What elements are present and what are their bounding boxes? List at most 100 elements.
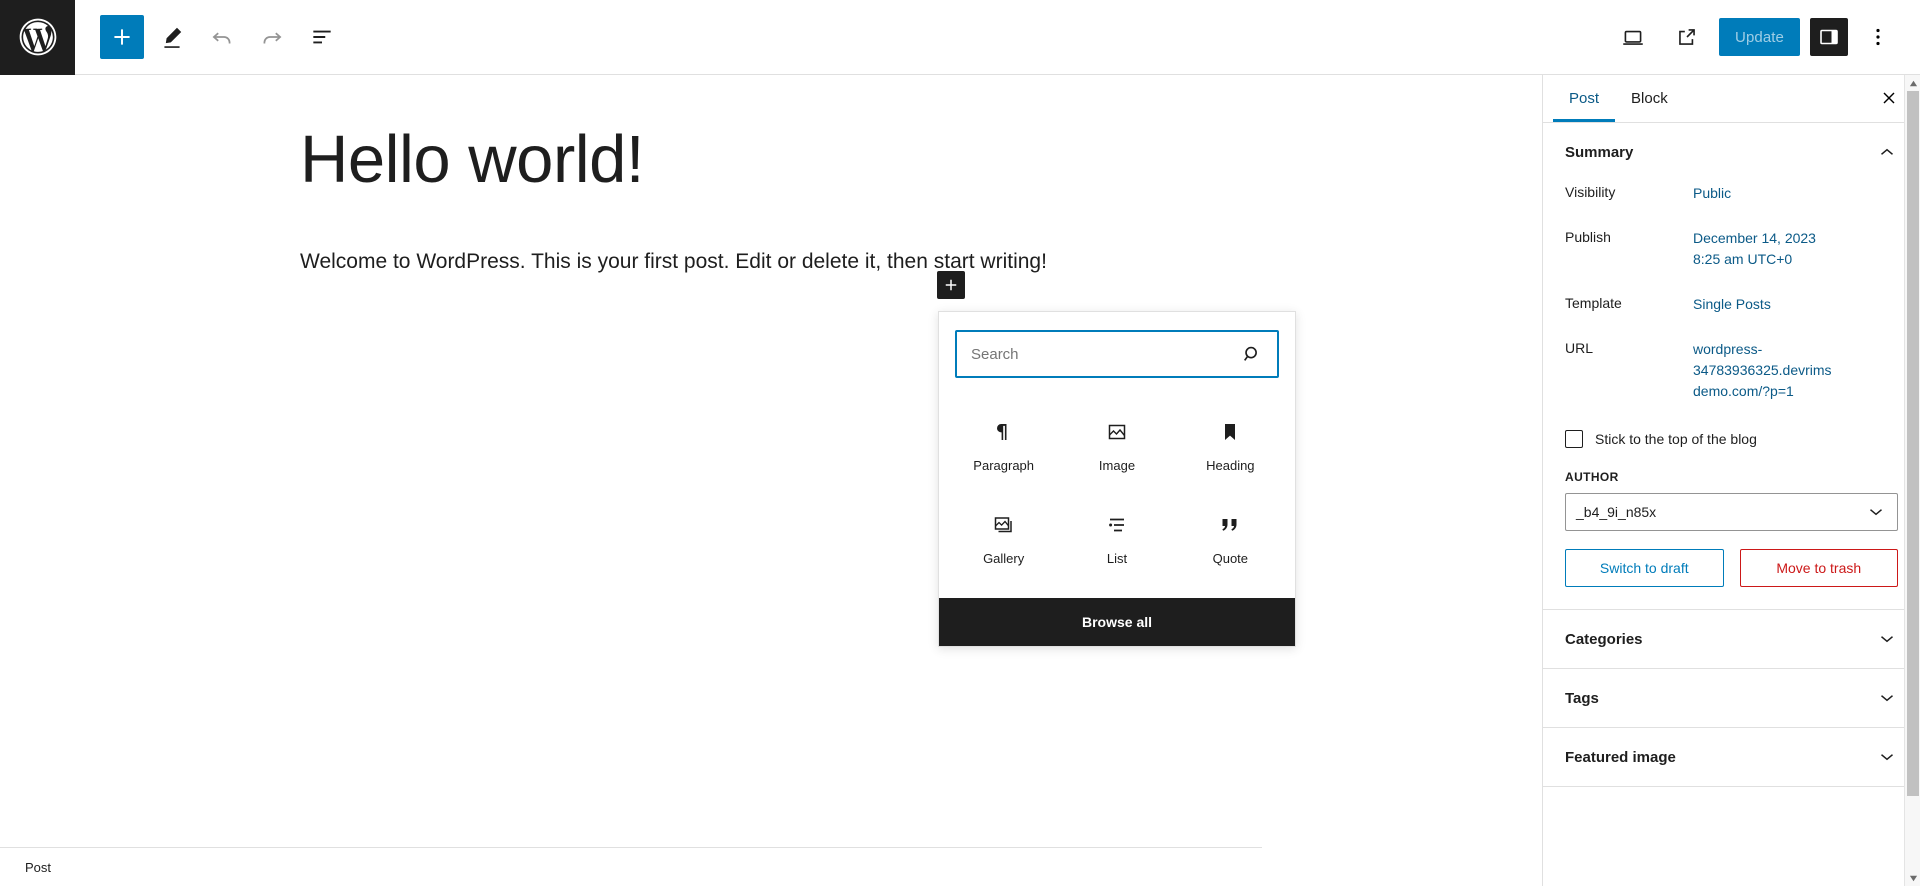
sidebar-panel-icon — [1820, 29, 1838, 45]
panel-categories[interactable]: Categories — [1543, 610, 1920, 669]
author-selected-value: _b4_9i_n85x — [1576, 504, 1657, 520]
triangle-down-icon — [1909, 875, 1917, 881]
sticky-post-row: Stick to the top of the blog — [1543, 426, 1920, 448]
pencil-icon — [164, 27, 182, 48]
redo-icon — [263, 32, 282, 44]
summary-row-template: Template Single Posts — [1565, 294, 1898, 315]
heading-icon — [1225, 424, 1236, 440]
chevron-down-icon — [1881, 636, 1893, 643]
options-menu-button[interactable] — [1858, 15, 1898, 59]
search-icon — [1243, 346, 1257, 361]
settings-sidebar-toggle[interactable] — [1810, 18, 1848, 56]
update-button[interactable]: Update — [1719, 18, 1800, 56]
block-label: Heading — [1206, 458, 1255, 473]
categories-panel-title: Categories — [1565, 630, 1643, 648]
wordpress-logo-icon[interactable] — [0, 0, 75, 75]
scroll-up-arrow[interactable] — [1905, 75, 1920, 91]
document-overview-button[interactable] — [300, 15, 344, 59]
block-label: Gallery — [983, 551, 1025, 566]
summary-panel-body: Visibility Public Publish December 14, 2… — [1543, 179, 1920, 402]
triangle-up-icon — [1909, 80, 1917, 86]
template-value[interactable]: Single Posts — [1693, 294, 1771, 315]
url-value[interactable]: wordpress-34783936325.devrimsdemo.com/?p… — [1693, 339, 1833, 402]
block-label: Quote — [1212, 551, 1249, 566]
inserter-block-grid: Paragraph Image Heading Gallery List Quo… — [939, 392, 1295, 598]
sidebar-tabs: Post Block — [1543, 75, 1920, 123]
post-action-buttons: Switch to draft Move to trash — [1543, 531, 1920, 587]
block-list[interactable]: List — [1060, 493, 1173, 584]
visibility-value[interactable]: Public — [1693, 183, 1731, 204]
editor-header: Update — [0, 0, 1920, 75]
plus-icon — [945, 279, 957, 291]
move-to-trash-button[interactable]: Move to trash — [1739, 549, 1898, 587]
block-label: Paragraph — [973, 458, 1035, 473]
inline-block-inserter-button[interactable] — [937, 271, 965, 299]
desktop-preview-icon — [1623, 30, 1643, 45]
chevron-down-icon — [1881, 754, 1893, 761]
undo-icon — [212, 32, 231, 44]
scrollbar-thumb[interactable] — [1907, 91, 1919, 796]
author-select[interactable]: _b4_9i_n85x — [1565, 493, 1898, 531]
browse-all-button[interactable]: Browse all — [939, 598, 1295, 646]
quote-icon — [1222, 519, 1237, 531]
panel-tags[interactable]: Tags — [1543, 669, 1920, 728]
publish-value[interactable]: December 14, 2023 8:25 am UTC+0 — [1693, 228, 1833, 270]
close-sidebar-button[interactable] — [1872, 81, 1906, 115]
switch-to-draft-button[interactable]: Switch to draft — [1565, 549, 1724, 587]
gallery-icon — [994, 517, 1012, 533]
post-paragraph-block[interactable]: Welcome to WordPress. This is your first… — [300, 246, 1262, 278]
summary-row-url: URL wordpress-34783936325.devrimsdemo.co… — [1565, 339, 1898, 402]
publish-label: Publish — [1565, 229, 1611, 245]
view-post-button[interactable] — [1665, 15, 1709, 59]
tools-edit-button[interactable] — [150, 15, 194, 59]
summary-row-visibility: Visibility Public — [1565, 183, 1898, 204]
block-paragraph[interactable]: Paragraph — [947, 400, 1060, 491]
header-tools — [75, 15, 344, 59]
url-label: URL — [1565, 340, 1594, 356]
sidebar-scrollbar[interactable] — [1904, 75, 1920, 886]
post-title[interactable]: Hello world! — [300, 121, 1262, 198]
summary-panel-title: Summary — [1565, 143, 1634, 161]
template-label: Template — [1565, 295, 1622, 311]
block-quote[interactable]: Quote — [1174, 493, 1287, 584]
inserter-search-wrap — [939, 312, 1295, 392]
visibility-label: Visibility — [1565, 184, 1616, 200]
chevron-down-icon — [1870, 509, 1882, 516]
wordpress-block-editor: Update Hello world! Welcome to WordPress… — [0, 0, 1920, 886]
close-icon — [1883, 92, 1895, 104]
block-label: Image — [1098, 458, 1136, 473]
settings-sidebar: Post Block Summary Visibility Public Pub… — [1542, 75, 1920, 886]
redo-button[interactable] — [250, 15, 294, 59]
add-block-button[interactable] — [100, 15, 144, 59]
preview-button[interactable] — [1611, 15, 1655, 59]
block-label: List — [1106, 551, 1128, 566]
tags-panel-title: Tags — [1565, 689, 1599, 707]
image-icon — [1108, 424, 1126, 440]
header-actions: Update — [1611, 15, 1920, 59]
block-heading[interactable]: Heading — [1174, 400, 1287, 491]
block-inserter-popover: Paragraph Image Heading Gallery List Quo… — [938, 311, 1296, 647]
breadcrumb[interactable]: Post — [0, 860, 51, 875]
sidebar-scroll-area: Summary Visibility Public Publish Decemb… — [1543, 123, 1920, 886]
tab-post[interactable]: Post — [1553, 75, 1616, 122]
chevron-up-icon — [1881, 148, 1893, 155]
block-image[interactable]: Image — [1060, 400, 1173, 491]
list-view-icon — [313, 30, 331, 44]
author-field: AUTHOR _b4_9i_n85x — [1543, 470, 1920, 531]
panel-featured-image[interactable]: Featured image — [1543, 728, 1920, 787]
search-input[interactable] — [971, 345, 1241, 363]
kebab-menu-icon — [1876, 28, 1880, 46]
scroll-down-arrow[interactable] — [1905, 870, 1920, 886]
tab-block[interactable]: Block — [1615, 75, 1684, 122]
sticky-checkbox[interactable] — [1565, 430, 1583, 448]
inserter-search-field[interactable] — [955, 330, 1279, 378]
external-link-icon — [1679, 29, 1695, 45]
sticky-label: Stick to the top of the blog — [1595, 431, 1757, 447]
summary-panel-header[interactable]: Summary — [1543, 123, 1920, 179]
block-gallery[interactable]: Gallery — [947, 493, 1060, 584]
chevron-down-icon — [1881, 695, 1893, 702]
paragraph-icon — [996, 424, 1007, 440]
summary-row-publish: Publish December 14, 2023 8:25 am UTC+0 — [1565, 228, 1898, 270]
undo-button[interactable] — [200, 15, 244, 59]
editor-footer: Post — [0, 847, 1262, 886]
